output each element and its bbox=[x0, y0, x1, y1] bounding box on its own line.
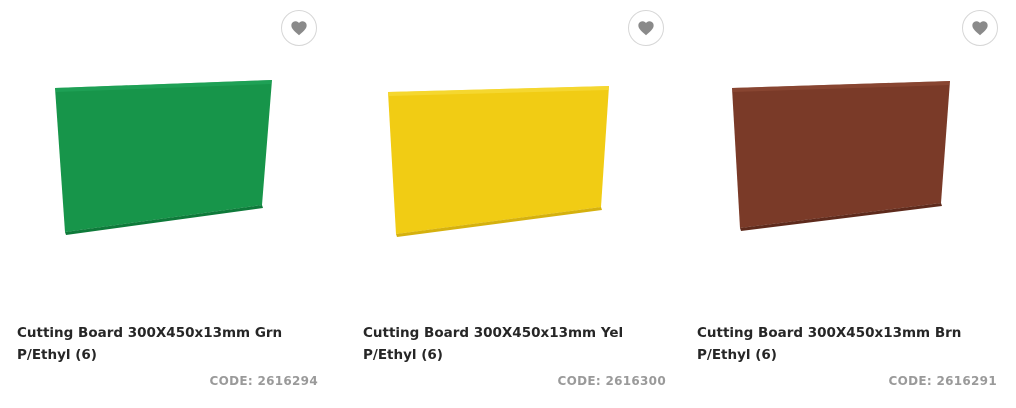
product-title-line2[interactable]: P/Ethyl (6) bbox=[17, 344, 327, 366]
product-card[interactable]: Cutting Board 300X450x13mm Grn P/Ethyl (… bbox=[0, 0, 335, 408]
code-value: 2616294 bbox=[257, 374, 318, 388]
product-title-line1[interactable]: Cutting Board 300X450x13mm Grn bbox=[17, 322, 327, 344]
product-grid: Cutting Board 300X450x13mm Grn P/Ethyl (… bbox=[0, 0, 1016, 408]
product-title-line2[interactable]: P/Ethyl (6) bbox=[697, 344, 1007, 366]
product-title[interactable]: Cutting Board 300X450x13mm Brn P/Ethyl (… bbox=[697, 322, 1007, 366]
code-label: CODE: bbox=[888, 374, 932, 388]
product-title-line1[interactable]: Cutting Board 300X450x13mm Brn bbox=[697, 322, 1007, 344]
product-code: CODE: 2616294 bbox=[209, 374, 318, 388]
code-label: CODE: bbox=[557, 374, 601, 388]
product-title-line2[interactable]: P/Ethyl (6) bbox=[363, 344, 673, 366]
product-image[interactable] bbox=[681, 0, 1016, 300]
product-code: CODE: 2616291 bbox=[888, 374, 997, 388]
code-value: 2616291 bbox=[936, 374, 997, 388]
product-title-line1[interactable]: Cutting Board 300X450x13mm Yel bbox=[363, 322, 673, 344]
product-card[interactable]: Cutting Board 300X450x13mm Brn P/Ethyl (… bbox=[681, 0, 1016, 408]
product-card[interactable]: Cutting Board 300X450x13mm Yel P/Ethyl (… bbox=[347, 0, 682, 408]
code-value: 2616300 bbox=[605, 374, 666, 388]
code-label: CODE: bbox=[209, 374, 253, 388]
product-image[interactable] bbox=[347, 0, 682, 300]
product-image[interactable] bbox=[0, 0, 335, 300]
product-title[interactable]: Cutting Board 300X450x13mm Yel P/Ethyl (… bbox=[363, 322, 673, 366]
product-title[interactable]: Cutting Board 300X450x13mm Grn P/Ethyl (… bbox=[17, 322, 327, 366]
product-code: CODE: 2616300 bbox=[557, 374, 666, 388]
